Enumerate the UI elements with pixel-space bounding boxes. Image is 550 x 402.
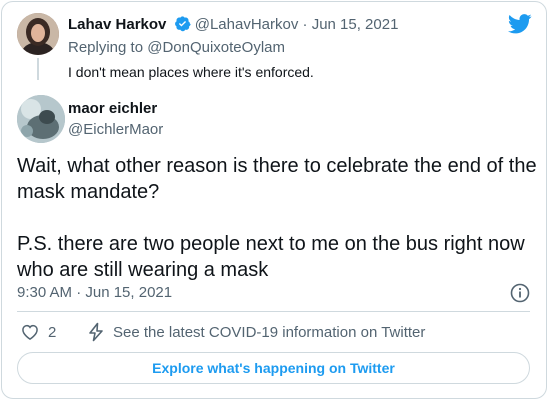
explore-twitter-button[interactable]: Explore what's happening on Twitter [17,352,530,384]
parent-tweet-text: I don't mean places where it's enforced. [68,64,314,80]
lightning-bolt-icon [89,322,103,342]
thread-connector-line [37,58,39,80]
verified-badge-icon [174,16,191,32]
main-avatar[interactable] [17,95,65,143]
covid-info-link[interactable]: See the latest COVID-19 information on T… [113,324,425,341]
main-author-handle[interactable]: @EichlerMaor [68,121,163,138]
tweet-timestamp[interactable]: 9:30 AM · Jun 15, 2021 [17,284,172,301]
main-tweet-paragraph-1: Wait, what other reason is there to cele… [17,155,537,203]
parent-date[interactable]: Jun 15, 2021 [312,16,399,33]
like-count[interactable]: 2 [48,324,56,341]
divider [17,311,530,312]
heart-icon[interactable] [20,322,40,342]
replying-to-line[interactable]: Replying to @DonQuixoteOylam [68,39,285,56]
main-tweet-text: Wait, what other reason is there to cele… [17,153,537,283]
meta-separator: · [302,16,308,33]
parent-author-name[interactable]: Lahav Harkov [68,16,166,33]
parent-avatar[interactable] [17,13,59,55]
parent-header: Lahav Harkov @LahavHarkov · Jun 15, 2021 [68,15,398,33]
info-icon[interactable] [510,283,530,303]
main-author-name[interactable]: maor eichler [68,100,157,117]
parent-handle[interactable]: @LahavHarkov [195,16,299,33]
tweet-actions: 2 See the latest COVID-19 information on… [17,322,530,344]
twitter-bird-icon[interactable] [508,14,532,34]
main-tweet-paragraph-2: P.S. there are two people next to me on … [17,233,525,281]
